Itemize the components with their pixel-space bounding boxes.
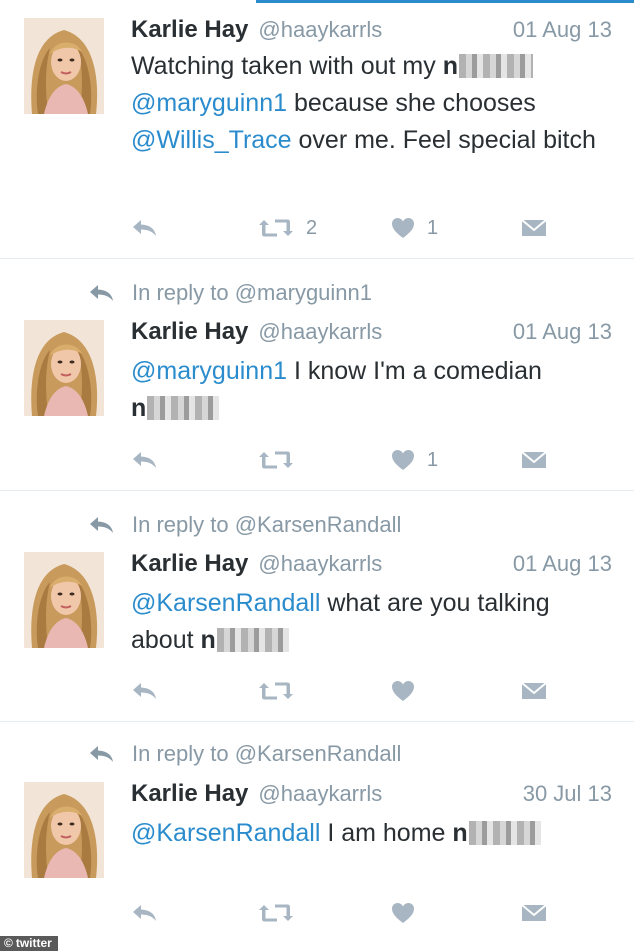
retweet-button[interactable] [258,445,306,475]
reply-context-label: In reply to @KarsenRandall [132,741,402,766]
tweet-actions [131,676,551,706]
retweet-button[interactable] [258,898,306,928]
tweet-text: Watching taken with out my n @maryguinn1 … [131,52,596,154]
avatar[interactable] [24,18,104,114]
tweet-actions [131,898,551,928]
reply-button[interactable] [131,676,159,706]
user-name[interactable]: Karlie Hay [131,780,248,808]
mention-link[interactable]: @KarsenRandall [131,819,320,847]
tweet-header: Karlie Hay @haaykarrls 01 Aug 13 [131,318,612,348]
reply-context-label: In reply to @KarsenRandall [132,512,402,537]
retweet-icon [258,449,294,471]
retweet-icon [258,902,294,924]
tweet[interactable]: In reply to @KarsenRandall Karlie Hay @h… [0,491,634,722]
mention-link[interactable]: @KarsenRandall [131,589,320,617]
reply-arrow-icon [131,903,159,923]
user-handle[interactable]: @haaykarrls [258,319,382,345]
censored-word [459,54,533,78]
reply-button[interactable] [131,213,159,243]
direct-message-button[interactable] [521,898,547,928]
avatar[interactable] [24,320,104,416]
direct-message-button[interactable] [521,213,547,243]
direct-message-button[interactable] [521,676,547,706]
retweet-button[interactable]: 2 [258,213,317,243]
tweet-actions: 1 [131,445,551,475]
reply-arrow-icon [131,450,159,470]
user-name[interactable]: Karlie Hay [131,550,248,578]
tweet[interactable]: In reply to @maryguinn1 Karlie Hay @haay… [0,259,634,491]
tweet-text: @KarsenRandall what are you talking abou… [131,589,550,654]
like-count: 1 [427,216,439,239]
tweet-actions: 2 1 [131,213,551,243]
tweet[interactable]: In reply to @KarsenRandall Karlie Hay @h… [0,722,634,951]
avatar[interactable] [24,782,104,878]
heart-icon [391,449,415,471]
mention-link[interactable]: @maryguinn1 [131,357,287,385]
tweet[interactable]: Karlie Hay @haaykarrls 01 Aug 13 Watchin… [0,0,634,259]
retweet-icon [258,217,294,239]
retweet-button[interactable] [258,676,306,706]
direct-message-button[interactable] [521,445,547,475]
user-name[interactable]: Karlie Hay [131,318,248,346]
copyright-symbol: © [4,936,13,950]
reply-button[interactable] [131,898,159,928]
reply-context[interactable]: In reply to @KarsenRandall [88,511,401,539]
like-count: 1 [427,448,439,471]
mention-link[interactable]: @maryguinn1 [131,89,287,117]
tweet-date[interactable]: 30 Jul 13 [523,781,612,807]
reply-context[interactable]: In reply to @maryguinn1 [88,279,372,307]
source-watermark: © twitter [0,936,58,951]
like-button[interactable]: 1 [391,445,438,475]
envelope-icon [521,218,547,238]
avatar[interactable] [24,552,104,648]
heart-icon [391,680,415,702]
heart-icon [391,217,415,239]
censored-word [468,821,541,845]
mention-link[interactable]: @Willis_Trace [131,126,292,154]
heart-icon [391,902,415,924]
user-handle[interactable]: @haaykarrls [258,781,382,807]
reply-button[interactable] [131,445,159,475]
reply-context[interactable]: In reply to @KarsenRandall [88,740,401,768]
reply-context-label: In reply to @maryguinn1 [132,280,373,305]
envelope-icon [521,681,547,701]
censored-word [147,396,220,420]
tweet-text: @maryguinn1 I know I'm a comedian n [131,357,542,422]
tweet-header: Karlie Hay @haaykarrls 30 Jul 13 [131,780,612,810]
user-name[interactable]: Karlie Hay [131,16,248,44]
watermark-label: twitter [15,936,52,950]
reply-arrow-icon [131,681,159,701]
tweet-header: Karlie Hay @haaykarrls 01 Aug 13 [131,16,612,46]
reply-arrow-icon [88,744,116,764]
reply-arrow-icon [88,515,116,535]
envelope-icon [521,903,547,923]
user-handle[interactable]: @haaykarrls [258,551,382,577]
like-button[interactable]: 1 [391,213,438,243]
tweet-date[interactable]: 01 Aug 13 [513,319,612,345]
reply-arrow-icon [131,218,159,238]
reply-arrow-icon [88,283,116,303]
retweet-count: 2 [306,216,318,239]
tweet-header: Karlie Hay @haaykarrls 01 Aug 13 [131,550,612,580]
tweet-date[interactable]: 01 Aug 13 [513,17,612,43]
like-button[interactable] [391,898,427,928]
user-handle[interactable]: @haaykarrls [258,17,382,43]
retweet-icon [258,680,294,702]
like-button[interactable] [391,676,427,706]
tweet-text: @KarsenRandall I am home n [131,815,612,852]
tweet-date[interactable]: 01 Aug 13 [513,551,612,577]
censored-word [216,628,289,652]
envelope-icon [521,450,547,470]
